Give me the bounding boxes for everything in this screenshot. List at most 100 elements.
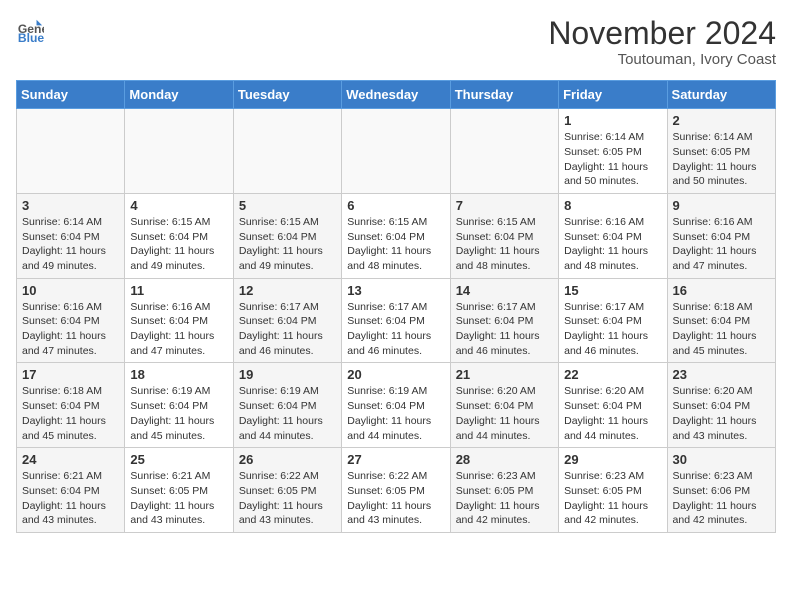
calendar-cell: 6 Sunrise: 6:15 AM Sunset: 6:04 PM Daylig… (342, 193, 450, 278)
day-info: Sunrise: 6:17 AM Sunset: 6:04 PM Dayligh… (347, 300, 444, 359)
day-number: 18 (130, 367, 227, 382)
calendar-cell: 25 Sunrise: 6:21 AM Sunset: 6:05 PM Dayli… (125, 448, 233, 533)
day-number: 3 (22, 198, 119, 213)
day-info: Sunrise: 6:22 AM Sunset: 6:05 PM Dayligh… (239, 469, 336, 528)
day-info: Sunrise: 6:20 AM Sunset: 6:04 PM Dayligh… (673, 384, 770, 443)
day-info: Sunrise: 6:19 AM Sunset: 6:04 PM Dayligh… (347, 384, 444, 443)
day-number: 19 (239, 367, 336, 382)
day-number: 25 (130, 452, 227, 467)
day-number: 2 (673, 113, 770, 128)
day-number: 28 (456, 452, 553, 467)
week-row-4: 17 Sunrise: 6:18 AM Sunset: 6:04 PM Dayli… (17, 363, 776, 448)
calendar-cell: 1 Sunrise: 6:14 AM Sunset: 6:05 PM Daylig… (559, 109, 667, 194)
day-header-sunday: Sunday (17, 81, 125, 109)
day-number: 6 (347, 198, 444, 213)
day-number: 17 (22, 367, 119, 382)
calendar-cell (233, 109, 341, 194)
day-info: Sunrise: 6:23 AM Sunset: 6:05 PM Dayligh… (564, 469, 661, 528)
week-row-5: 24Sunrise: 6:21 AM Sunset: 6:04 PM Dayli… (17, 448, 776, 533)
day-number: 29 (564, 452, 661, 467)
day-info: Sunrise: 6:15 AM Sunset: 6:04 PM Dayligh… (347, 215, 444, 274)
day-number: 20 (347, 367, 444, 382)
calendar-cell: 14 Sunrise: 6:17 AM Sunset: 6:04 PM Dayli… (450, 278, 558, 363)
day-number: 8 (564, 198, 661, 213)
calendar-cell: 3Sunrise: 6:14 AM Sunset: 6:04 PM Daylig… (17, 193, 125, 278)
calendar-cell: 4Sunrise: 6:15 AM Sunset: 6:04 PM Daylig… (125, 193, 233, 278)
calendar-cell: 24Sunrise: 6:21 AM Sunset: 6:04 PM Dayli… (17, 448, 125, 533)
title-block: November 2024 Toutouman, Ivory Coast (548, 16, 776, 68)
day-header-tuesday: Tuesday (233, 81, 341, 109)
day-number: 9 (673, 198, 770, 213)
calendar-cell: 9 Sunrise: 6:16 AM Sunset: 6:04 PM Daylig… (667, 193, 775, 278)
day-info: Sunrise: 6:16 AM Sunset: 6:04 PM Dayligh… (22, 300, 119, 359)
calendar-cell: 29 Sunrise: 6:23 AM Sunset: 6:05 PM Dayli… (559, 448, 667, 533)
day-info: Sunrise: 6:17 AM Sunset: 6:04 PM Dayligh… (564, 300, 661, 359)
day-info: Sunrise: 6:14 AM Sunset: 6:05 PM Dayligh… (564, 130, 661, 189)
day-number: 11 (130, 283, 227, 298)
day-info: Sunrise: 6:18 AM Sunset: 6:04 PM Dayligh… (673, 300, 770, 359)
calendar-cell: 27Sunrise: 6:22 AM Sunset: 6:05 PM Dayli… (342, 448, 450, 533)
calendar-cell: 12Sunrise: 6:17 AM Sunset: 6:04 PM Dayli… (233, 278, 341, 363)
calendar-cell: 18 Sunrise: 6:19 AM Sunset: 6:04 PM Dayli… (125, 363, 233, 448)
day-info: Sunrise: 6:23 AM Sunset: 6:06 PM Dayligh… (673, 469, 770, 528)
day-info: Sunrise: 6:20 AM Sunset: 6:04 PM Dayligh… (564, 384, 661, 443)
day-info: Sunrise: 6:16 AM Sunset: 6:04 PM Dayligh… (673, 215, 770, 274)
calendar-cell: 26 Sunrise: 6:22 AM Sunset: 6:05 PM Dayli… (233, 448, 341, 533)
day-info: Sunrise: 6:21 AM Sunset: 6:05 PM Dayligh… (130, 469, 227, 528)
day-number: 13 (347, 283, 444, 298)
calendar-cell: 15 Sunrise: 6:17 AM Sunset: 6:04 PM Dayli… (559, 278, 667, 363)
calendar-cell: 2 Sunrise: 6:14 AM Sunset: 6:05 PM Daylig… (667, 109, 775, 194)
day-info: Sunrise: 6:19 AM Sunset: 6:04 PM Dayligh… (130, 384, 227, 443)
day-info: Sunrise: 6:19 AM Sunset: 6:04 PM Dayligh… (239, 384, 336, 443)
calendar-cell: 13 Sunrise: 6:17 AM Sunset: 6:04 PM Dayli… (342, 278, 450, 363)
day-number: 30 (673, 452, 770, 467)
day-header-monday: Monday (125, 81, 233, 109)
calendar-cell: 11 Sunrise: 6:16 AM Sunset: 6:04 PM Dayli… (125, 278, 233, 363)
calendar-cell: 21Sunrise: 6:20 AM Sunset: 6:04 PM Dayli… (450, 363, 558, 448)
calendar-cell: 20 Sunrise: 6:19 AM Sunset: 6:04 PM Dayli… (342, 363, 450, 448)
week-row-1: 1 Sunrise: 6:14 AM Sunset: 6:05 PM Daylig… (17, 109, 776, 194)
day-number: 22 (564, 367, 661, 382)
week-row-3: 10 Sunrise: 6:16 AM Sunset: 6:04 PM Dayli… (17, 278, 776, 363)
page-header: General Blue November 2024 Toutouman, Iv… (16, 16, 776, 68)
day-number: 5 (239, 198, 336, 213)
day-number: 4 (130, 198, 227, 213)
page-subtitle: Toutouman, Ivory Coast (548, 51, 776, 68)
day-info: Sunrise: 6:16 AM Sunset: 6:04 PM Dayligh… (130, 300, 227, 359)
calendar-cell: 17 Sunrise: 6:18 AM Sunset: 6:04 PM Dayli… (17, 363, 125, 448)
day-number: 21 (456, 367, 553, 382)
day-number: 7 (456, 198, 553, 213)
day-info: Sunrise: 6:15 AM Sunset: 6:04 PM Dayligh… (239, 215, 336, 274)
day-info: Sunrise: 6:14 AM Sunset: 6:05 PM Dayligh… (673, 130, 770, 189)
day-header-thursday: Thursday (450, 81, 558, 109)
day-number: 10 (22, 283, 119, 298)
logo-icon: General Blue (16, 16, 44, 44)
calendar-cell (17, 109, 125, 194)
day-info: Sunrise: 6:21 AM Sunset: 6:04 PM Dayligh… (22, 469, 119, 528)
page-title: November 2024 (548, 16, 776, 51)
day-info: Sunrise: 6:18 AM Sunset: 6:04 PM Dayligh… (22, 384, 119, 443)
day-header-friday: Friday (559, 81, 667, 109)
day-header-saturday: Saturday (667, 81, 775, 109)
day-info: Sunrise: 6:17 AM Sunset: 6:04 PM Dayligh… (456, 300, 553, 359)
day-number: 14 (456, 283, 553, 298)
calendar-cell: 5 Sunrise: 6:15 AM Sunset: 6:04 PM Daylig… (233, 193, 341, 278)
calendar-cell (342, 109, 450, 194)
day-number: 16 (673, 283, 770, 298)
day-info: Sunrise: 6:15 AM Sunset: 6:04 PM Dayligh… (456, 215, 553, 274)
day-number: 15 (564, 283, 661, 298)
day-header-wednesday: Wednesday (342, 81, 450, 109)
calendar-cell: 7 Sunrise: 6:15 AM Sunset: 6:04 PM Daylig… (450, 193, 558, 278)
calendar-cell: 10 Sunrise: 6:16 AM Sunset: 6:04 PM Dayli… (17, 278, 125, 363)
day-number: 26 (239, 452, 336, 467)
calendar-cell: 23 Sunrise: 6:20 AM Sunset: 6:04 PM Dayli… (667, 363, 775, 448)
calendar-cell (450, 109, 558, 194)
day-number: 12 (239, 283, 336, 298)
calendar-cell: 16 Sunrise: 6:18 AM Sunset: 6:04 PM Dayli… (667, 278, 775, 363)
day-number: 23 (673, 367, 770, 382)
day-number: 1 (564, 113, 661, 128)
calendar-header-row: SundayMondayTuesdayWednesdayThursdayFrid… (17, 81, 776, 109)
calendar-table: SundayMondayTuesdayWednesdayThursdayFrid… (16, 80, 776, 533)
calendar-cell: 28Sunrise: 6:23 AM Sunset: 6:05 PM Dayli… (450, 448, 558, 533)
logo: General Blue (16, 16, 44, 44)
